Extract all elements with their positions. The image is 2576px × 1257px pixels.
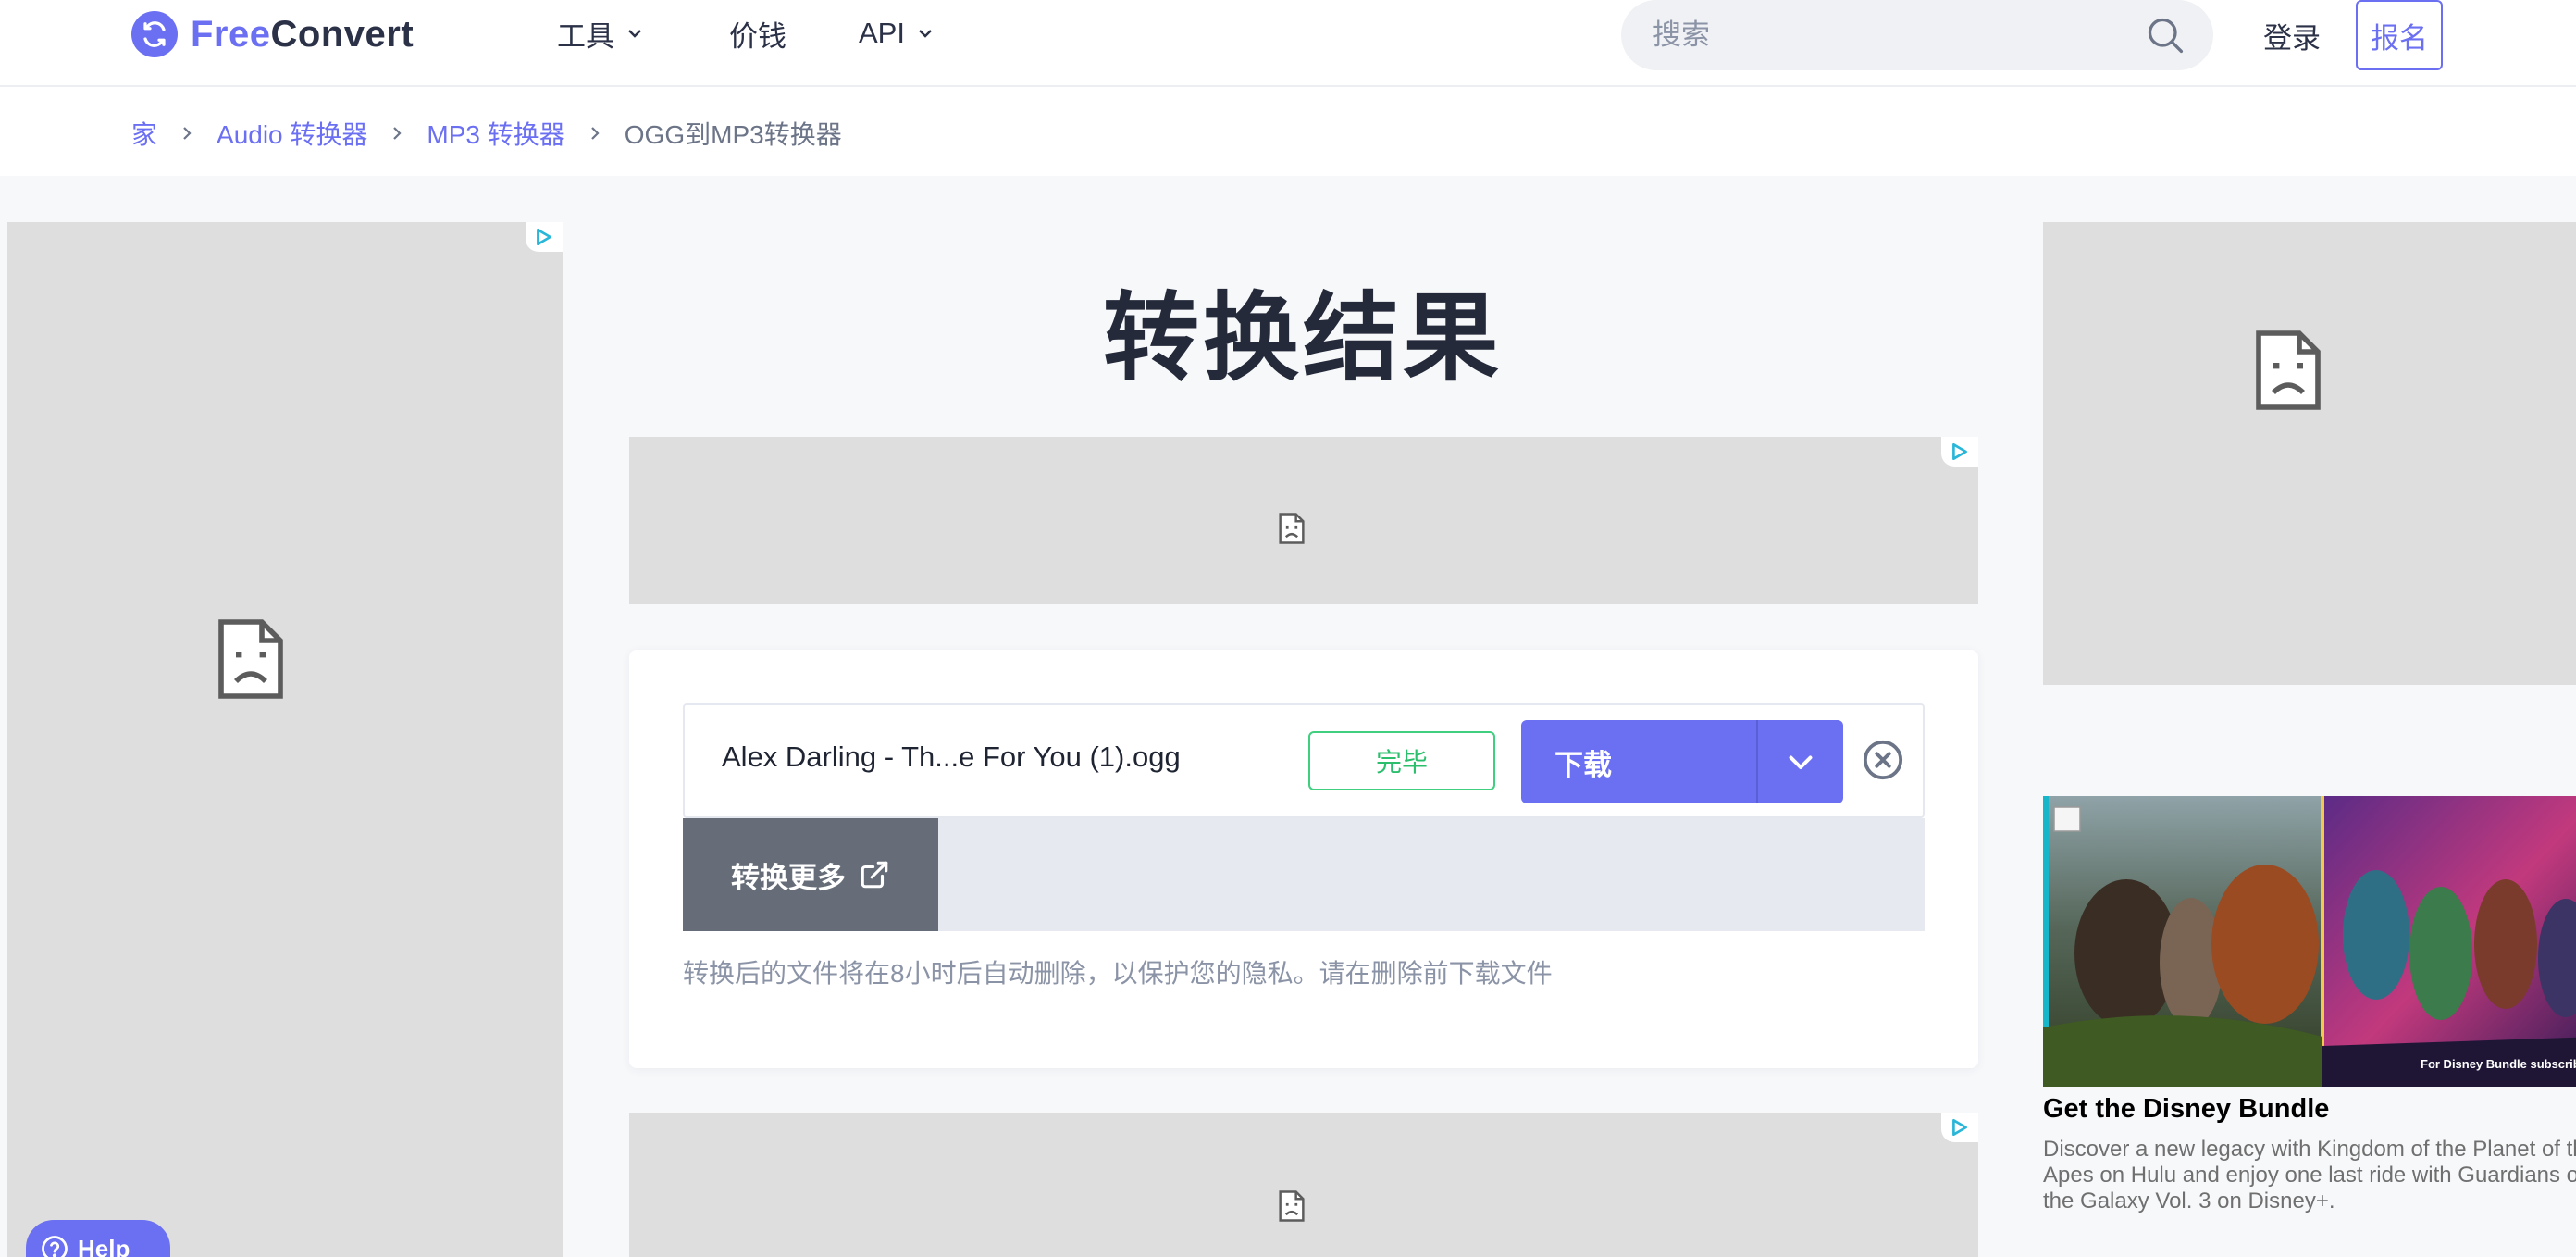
breadcrumb-audio-converter[interactable]: Audio 转换器: [217, 115, 367, 152]
chevron-right-icon: [390, 124, 404, 143]
nav-tools-label: 工具: [557, 19, 614, 53]
login-link[interactable]: 登录: [2263, 15, 2321, 56]
promo-desc-line: Discover a new legacy with Kingdom of th…: [2043, 1137, 2576, 1162]
external-link-icon: [861, 861, 888, 889]
ad-banner-bottom[interactable]: [629, 1113, 1978, 1257]
logo-free-text: Free: [191, 13, 271, 55]
chevron-down-icon: [919, 30, 932, 38]
chevron-right-icon: [588, 124, 602, 143]
promo-title[interactable]: Get the Disney Bundle: [2043, 1094, 2329, 1125]
adchoices-icon[interactable]: [526, 222, 563, 252]
chevron-right-icon: [180, 124, 194, 143]
logo-wordmark: FreeConvert: [191, 14, 414, 56]
ad-right-top[interactable]: [2043, 222, 2576, 685]
signup-button[interactable]: 报名: [2356, 0, 2443, 70]
breadcrumb-mp3-converter[interactable]: MP3 转换器: [427, 115, 564, 152]
help-circle-icon: [42, 1236, 68, 1257]
chevron-down-icon: [628, 30, 641, 38]
breadcrumb-current: OGG到MP3转换器: [624, 120, 842, 149]
close-circle-icon: [1863, 740, 1903, 780]
promo-image-caption: For Disney Bundle subscribers: [2421, 1057, 2576, 1071]
search-icon[interactable]: [2145, 15, 2186, 56]
convert-more-button[interactable]: 转换更多: [683, 818, 938, 931]
adchoices-icon[interactable]: [1941, 1113, 1978, 1142]
broken-image-icon: [1279, 1190, 1305, 1222]
nav-api-label: API: [859, 17, 905, 49]
search-input[interactable]: [1653, 19, 2115, 52]
nav-tools-menu[interactable]: 工具: [557, 13, 644, 54]
ad-banner-top[interactable]: [629, 437, 1978, 604]
download-options-toggle[interactable]: [1756, 720, 1843, 803]
search-box: [1621, 0, 2213, 70]
status-badge: 完毕: [1308, 731, 1495, 790]
promo-artwork: [2043, 796, 2576, 1087]
download-button[interactable]: 下载: [1521, 720, 1756, 803]
help-button[interactable]: Help: [26, 1220, 170, 1257]
promo-desc-line: Apes on Hulu and enjoy one last ride wit…: [2043, 1163, 2576, 1188]
logo-sync-icon: [131, 11, 178, 57]
nav-pricing-link[interactable]: 价钱: [729, 13, 786, 54]
chevron-down-icon: [1789, 755, 1813, 769]
convert-more-label: 转换更多: [731, 861, 846, 894]
ad-left-sidebar[interactable]: [7, 222, 563, 1257]
page-title: 转换结果: [1102, 285, 1503, 392]
remove-file-button[interactable]: [1862, 739, 1904, 781]
help-label: Help: [78, 1235, 130, 1257]
broken-image-icon: [1279, 513, 1305, 544]
breadcrumb: 家 Audio 转换器 MP3 转换器 OGG到MP3转换器: [131, 115, 842, 152]
adchoices-icon[interactable]: [1941, 437, 1978, 467]
nav-api-menu[interactable]: API: [859, 13, 935, 54]
breadcrumb-home[interactable]: 家: [131, 115, 157, 152]
broken-image-icon: [2256, 330, 2321, 410]
freeconvert-logo[interactable]: FreeConvert: [131, 11, 414, 57]
file-name: Alex Darling - Th...e For You (1).ogg: [722, 741, 1181, 773]
promo-desc-line: the Galaxy Vol. 3 on Disney+.: [2043, 1189, 2335, 1213]
logo-convert-text: Convert: [270, 13, 415, 55]
promo-description: Discover a new legacy with Kingdom of th…: [2043, 1137, 2576, 1214]
broken-image-icon: [218, 619, 283, 699]
disney-bundle-ad-image[interactable]: For Disney Bundle subscribers: [2043, 796, 2576, 1087]
privacy-note: 转换后的文件将在8小时后自动删除，以保护您的隐私。请在删除前下载文件: [683, 959, 1553, 988]
nav-pricing-label: 价钱: [729, 19, 786, 53]
